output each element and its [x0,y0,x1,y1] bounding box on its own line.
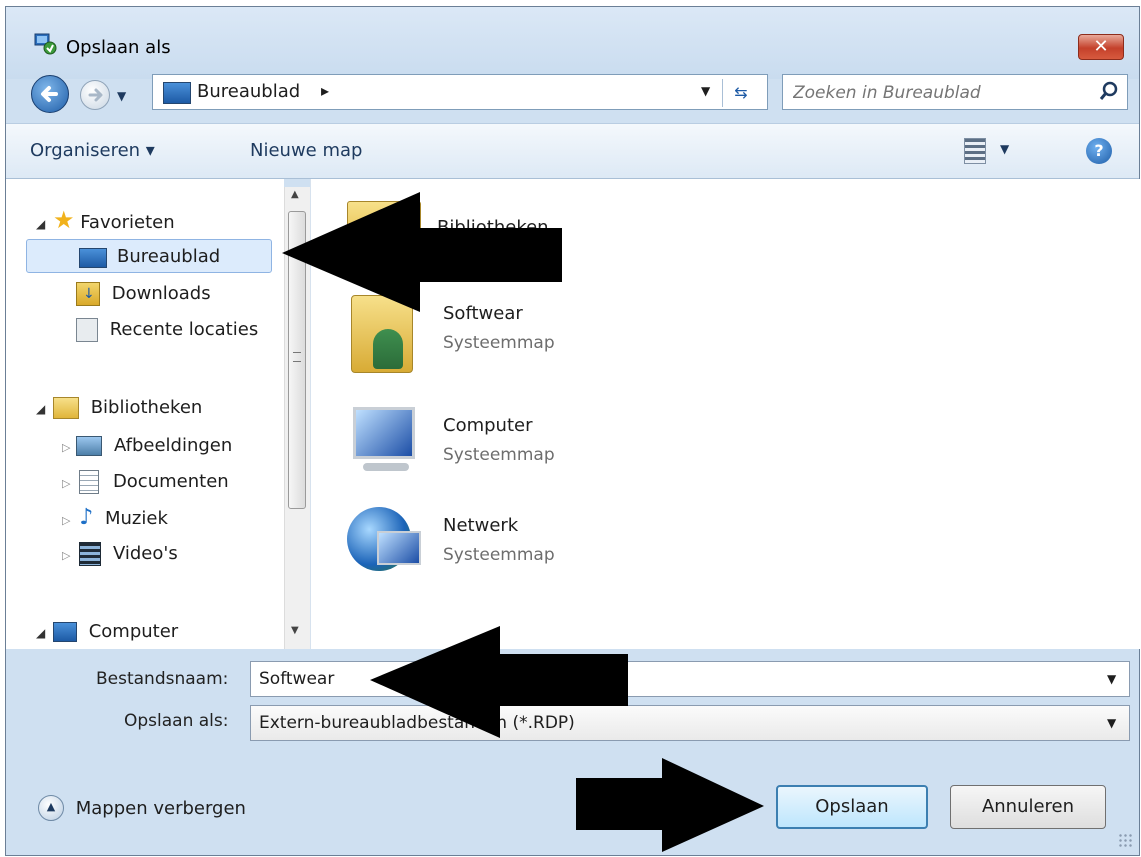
arrow-right-icon [576,758,764,852]
annotation-arrows [282,192,764,852]
arrow-left-icon [370,626,628,738]
arrow-left-icon [282,192,562,312]
